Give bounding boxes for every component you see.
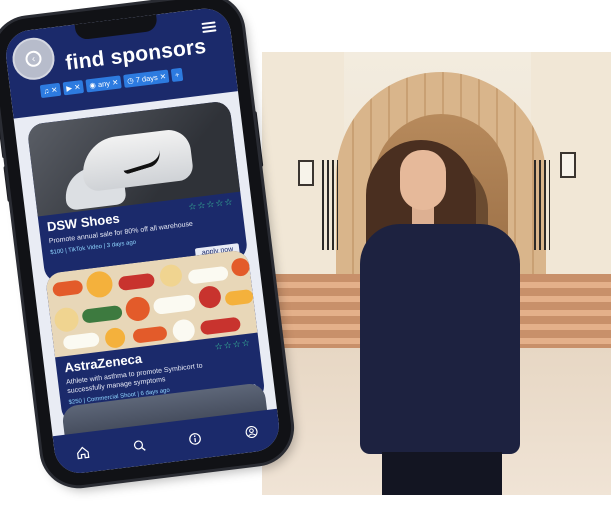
filter-chip-date[interactable]: ◷ 7 days ✕ bbox=[123, 69, 169, 87]
hamburger-menu-icon[interactable] bbox=[201, 21, 216, 33]
home-icon[interactable] bbox=[72, 442, 94, 464]
filter-chip-price[interactable]: ◉ any ✕ bbox=[86, 75, 122, 92]
add-filter-button[interactable]: + bbox=[171, 68, 183, 82]
filter-chip-video[interactable]: ▶ ✕ bbox=[63, 80, 85, 95]
profile-icon[interactable] bbox=[240, 421, 262, 443]
wall-lamp bbox=[560, 152, 576, 178]
wall-lamp bbox=[298, 160, 314, 186]
background-photo bbox=[262, 52, 611, 495]
info-icon[interactable] bbox=[184, 428, 206, 450]
back-icon: ‹ bbox=[25, 50, 43, 68]
person bbox=[360, 224, 520, 454]
page-title: find sponsors bbox=[50, 33, 222, 78]
filter-chip-tiktok[interactable]: ♫ ✕ bbox=[40, 83, 61, 98]
search-icon[interactable] bbox=[128, 435, 150, 457]
